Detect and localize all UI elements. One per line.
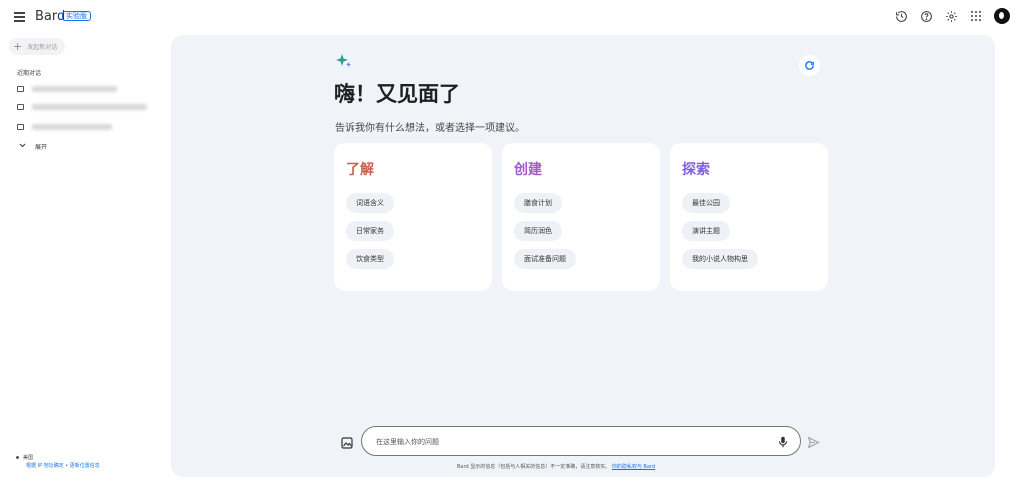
suggestion-chip[interactable]: 膳食计划	[514, 193, 562, 213]
suggestion-chip[interactable]: 面试准备问题	[514, 249, 576, 269]
suggestion-chip[interactable]: 简历润色	[514, 221, 562, 241]
suggestion-card-explore: 探索 最佳公园 演讲主题 我的小说人物构思	[670, 143, 828, 291]
card-title: 探索	[682, 162, 710, 178]
suggestion-chip[interactable]: 饮食类型	[346, 249, 394, 269]
chat-icon	[17, 124, 24, 130]
recent-title: 近期对话	[17, 70, 42, 77]
prompt-input-row	[341, 426, 821, 456]
card-title: 创建	[514, 162, 542, 178]
top-bar: Bard 实验版	[0, 0, 1024, 34]
refresh-icon	[804, 56, 815, 75]
help-icon[interactable]	[919, 9, 933, 23]
send-icon[interactable]	[807, 434, 820, 449]
expand-button[interactable]: 展开	[19, 142, 47, 151]
redacted-chat-title	[32, 104, 147, 110]
plus-icon: +	[13, 40, 23, 53]
image-upload-icon[interactable]	[341, 434, 353, 449]
new-chat-label: 发起新对话	[27, 44, 58, 51]
redacted-chat-title	[32, 86, 117, 92]
prompt-input[interactable]	[376, 435, 756, 448]
suggestion-chip[interactable]: 最佳公园	[682, 193, 730, 213]
location-title: 美国	[16, 454, 33, 461]
chat-icon	[17, 104, 24, 110]
app-name[interactable]: Bard	[35, 9, 65, 24]
recent-chat-item[interactable]	[17, 122, 112, 132]
main-panel: 嗨！又见面了 告诉我你有什么想法，或者选择一项建议。 了解 词语含义 日常家务 …	[171, 35, 995, 477]
greeting-title: 嗨！又见面了	[334, 82, 460, 106]
microphone-icon[interactable]	[776, 434, 790, 448]
prompt-box	[361, 426, 801, 456]
settings-icon[interactable]	[944, 9, 958, 23]
suggestion-card-create: 创建 膳食计划 简历润色 面试准备问题	[502, 143, 660, 291]
greeting-subtitle: 告诉我你有什么想法，或者选择一项建议。	[335, 123, 525, 134]
recent-chat-item[interactable]	[17, 102, 147, 112]
sidebar: + 发起新对话 近期对话 展开 美国 根据 IP 地址确定 • 更新位置信息	[0, 34, 160, 490]
chat-icon	[17, 86, 24, 92]
chevron-down-icon	[19, 143, 26, 150]
refresh-suggestions-button[interactable]	[799, 55, 820, 76]
suggestion-card-learn: 了解 词语含义 日常家务 饮食类型	[334, 143, 492, 291]
beta-badge: 实验版	[62, 11, 91, 21]
expand-label: 展开	[35, 144, 48, 151]
redacted-chat-title	[32, 124, 112, 130]
apps-icon[interactable]	[969, 9, 983, 23]
new-chat-button[interactable]: + 发起新对话	[9, 38, 66, 55]
disclaimer-text: Bard 显示的信息（包括与人相关的信息）不一定准确，请注意核实。	[457, 464, 611, 470]
suggestion-chip[interactable]: 词语含义	[346, 193, 394, 213]
menu-icon[interactable]	[14, 12, 25, 22]
suggestion-chip[interactable]: 我的小说人物构思	[682, 249, 758, 269]
location-update-link[interactable]: 根据 IP 地址确定 • 更新位置信息	[26, 462, 100, 469]
card-title: 了解	[346, 162, 374, 178]
location-dot-icon	[16, 456, 19, 459]
suggestion-chip[interactable]: 演讲主题	[682, 221, 730, 241]
recent-chat-item[interactable]	[17, 84, 117, 94]
suggestion-chip[interactable]: 日常家务	[346, 221, 394, 241]
avatar[interactable]	[994, 8, 1010, 24]
disclaimer: Bard 显示的信息（包括与人相关的信息）不一定准确，请注意核实。 你的隐私权与…	[457, 463, 655, 470]
privacy-link[interactable]: 你的隐私权与 Bard	[612, 464, 655, 470]
sparkle-icon	[336, 53, 352, 69]
history-icon[interactable]	[894, 9, 908, 23]
